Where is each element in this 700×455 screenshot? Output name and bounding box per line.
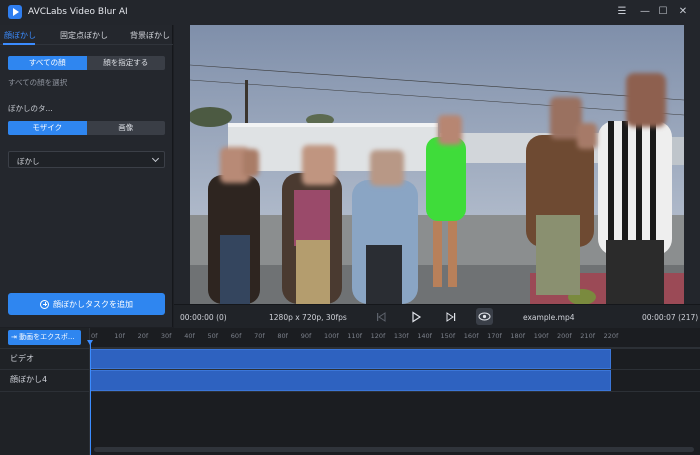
menu-icon[interactable]: ☰ <box>615 5 629 19</box>
active-tab-indicator <box>3 43 35 45</box>
chevron-down-icon <box>151 154 160 163</box>
eye-icon <box>478 312 491 321</box>
app-logo-icon <box>8 5 22 19</box>
video-clip[interactable] <box>90 349 611 369</box>
blur-type-toggle: モザイク 画像 <box>8 121 165 135</box>
preview-toggle-button[interactable] <box>476 308 493 325</box>
ruler-tick: 180f <box>510 332 526 340</box>
ruler-tick: 10f <box>114 332 125 340</box>
title-bar: AVCLabs Video Blur AI ☰ — ☐ ✕ <box>0 0 700 25</box>
maximize-icon[interactable]: ☐ <box>656 5 670 19</box>
file-name: example.mp4 <box>523 313 575 322</box>
current-time: 00:00:00 (0) <box>180 313 227 322</box>
preview-area <box>174 25 700 304</box>
ruler-tick: 200f <box>557 332 572 340</box>
ruler-tick: 120f <box>370 332 386 340</box>
ruler-tick: 160f <box>463 332 479 340</box>
timeline-ruler[interactable]: 0f 10f 20f 30f 40f 50f 60f 70f 80f 90f 100f 110f 120… <box>90 328 700 348</box>
export-label: 動画をエクスポ... <box>19 333 75 341</box>
ruler-tick: 190f <box>533 332 549 340</box>
track-label-face-blur: 顔ぼかし4 <box>10 375 48 384</box>
ruler-tick: 150f <box>440 332 456 340</box>
ruler-tick: 70f <box>254 332 265 340</box>
image-option[interactable]: 画像 <box>87 121 166 135</box>
plus-circle-icon <box>40 299 49 309</box>
face-blur-clip[interactable] <box>90 370 611 391</box>
track-separator <box>0 391 700 392</box>
add-face-blur-task-button[interactable]: 顔ぼかしタスクを追加 <box>8 293 165 315</box>
add-task-label: 顔ぼかしタスクを追加 <box>53 299 133 309</box>
left-panel: 顔ぼかし 固定点ぼかし 背景ぼかし すべての顔 顔を指定する すべての顔を選択 … <box>0 25 173 327</box>
blur-type-label: ぼかしのタ... <box>8 104 53 113</box>
export-icon: ⇥ <box>11 333 20 341</box>
ruler-tick: 130f <box>393 332 409 340</box>
total-duration: 00:00:07 (217) <box>642 313 699 322</box>
skip-forward-icon[interactable] <box>444 310 458 324</box>
tab-fixed-point-blur[interactable]: 固定点ぼかし <box>60 30 108 41</box>
skip-back-icon[interactable] <box>374 310 388 324</box>
timeline: ⇥ 動画をエクスポ... 0f 10f 20f 30f 40f 50f 60f 70f 80f 9… <box>0 328 700 455</box>
ruler-tick: 140f <box>417 332 432 340</box>
video-preview[interactable] <box>190 25 684 304</box>
timeline-scrollbar[interactable] <box>94 447 694 452</box>
ruler-tick: 170f <box>487 332 502 340</box>
resolution-info: 1280p x 720p, 30fps <box>269 313 347 322</box>
video-frame-image <box>190 25 684 304</box>
player-controls: 00:00:00 (0) 1280p x 720p, 30fps example… <box>174 304 700 328</box>
playhead[interactable] <box>87 340 93 455</box>
play-icon[interactable] <box>409 310 423 324</box>
ruler-tick: 50f <box>207 332 219 340</box>
specify-face-option[interactable]: 顔を指定する <box>87 56 166 70</box>
ruler-tick: 0f <box>91 332 98 340</box>
ruler-tick: 90f <box>300 332 312 340</box>
ruler-tick: 80f <box>277 332 288 340</box>
track-label-video: ビデオ <box>10 354 34 363</box>
ruler-tick: 20f <box>137 332 149 340</box>
mode-tabs: 顔ぼかし 固定点ぼかし 背景ぼかし <box>0 25 173 45</box>
tab-face-blur[interactable]: 顔ぼかし <box>4 30 36 41</box>
blur-style-select[interactable]: ぼかし <box>8 151 165 168</box>
export-video-button[interactable]: ⇥ 動画をエクスポ... <box>8 330 81 345</box>
blur-style-value: ぼかし <box>17 157 40 166</box>
all-faces-option[interactable]: すべての顔 <box>8 56 87 70</box>
ruler-tick: 210f <box>580 332 595 340</box>
close-icon[interactable]: ✕ <box>676 5 690 19</box>
face-mode-toggle: すべての顔 顔を指定する <box>8 56 165 70</box>
ruler-tick: 220f <box>603 332 619 340</box>
ruler-tick: 100f <box>324 332 339 340</box>
tab-background-blur[interactable]: 背景ぼかし <box>130 30 170 41</box>
ruler-tick: 110f <box>347 332 362 340</box>
mosaic-option[interactable]: モザイク <box>8 121 87 135</box>
minimize-icon[interactable]: — <box>638 5 652 19</box>
app-title: AVCLabs Video Blur AI <box>28 7 128 17</box>
ruler-tick: 40f <box>184 332 195 340</box>
face-hint: すべての顔を選択 <box>8 78 68 87</box>
ruler-tick: 30f <box>160 332 172 340</box>
ruler-tick: 60f <box>230 332 242 340</box>
